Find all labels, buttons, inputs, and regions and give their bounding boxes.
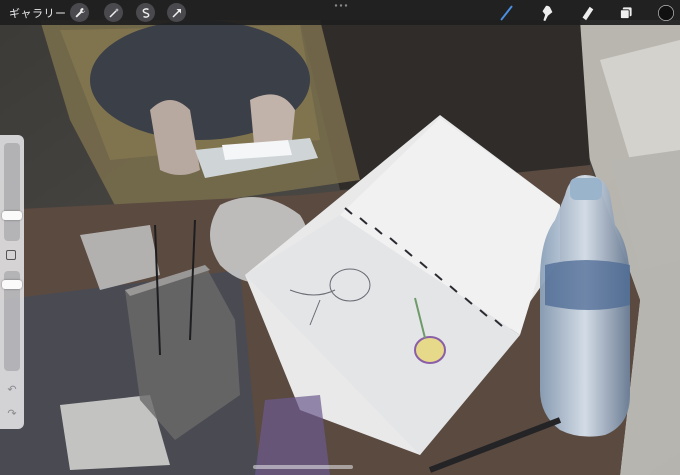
eraser-icon[interactable]	[577, 3, 597, 23]
color-swatch[interactable]	[656, 3, 676, 23]
selection-s-icon[interactable]	[136, 3, 155, 22]
brush-size-slider[interactable]	[4, 143, 20, 241]
modify-button[interactable]	[6, 250, 16, 260]
redo-icon[interactable]: ↷	[5, 407, 19, 421]
smudge-icon[interactable]	[537, 3, 557, 23]
drag-handle-icon[interactable]	[334, 4, 348, 7]
transform-arrow-icon[interactable]	[167, 3, 186, 22]
layers-icon[interactable]	[616, 3, 636, 23]
brush-size-slider-thumb[interactable]	[2, 211, 22, 220]
magic-wand-icon[interactable]	[104, 3, 123, 22]
procreate-app: ギャラリー ↶ ↷	[0, 0, 680, 475]
home-indicator	[253, 465, 353, 469]
gallery-button[interactable]: ギャラリー	[9, 5, 67, 21]
wrench-icon[interactable]	[70, 3, 89, 22]
brush-icon[interactable]	[497, 3, 517, 23]
painting-canvas[interactable]	[0, 0, 680, 475]
opacity-slider-thumb[interactable]	[2, 280, 22, 289]
left-sidebar: ↶ ↷	[0, 135, 24, 429]
top-toolbar: ギャラリー	[0, 0, 680, 25]
undo-icon[interactable]: ↶	[5, 383, 19, 397]
